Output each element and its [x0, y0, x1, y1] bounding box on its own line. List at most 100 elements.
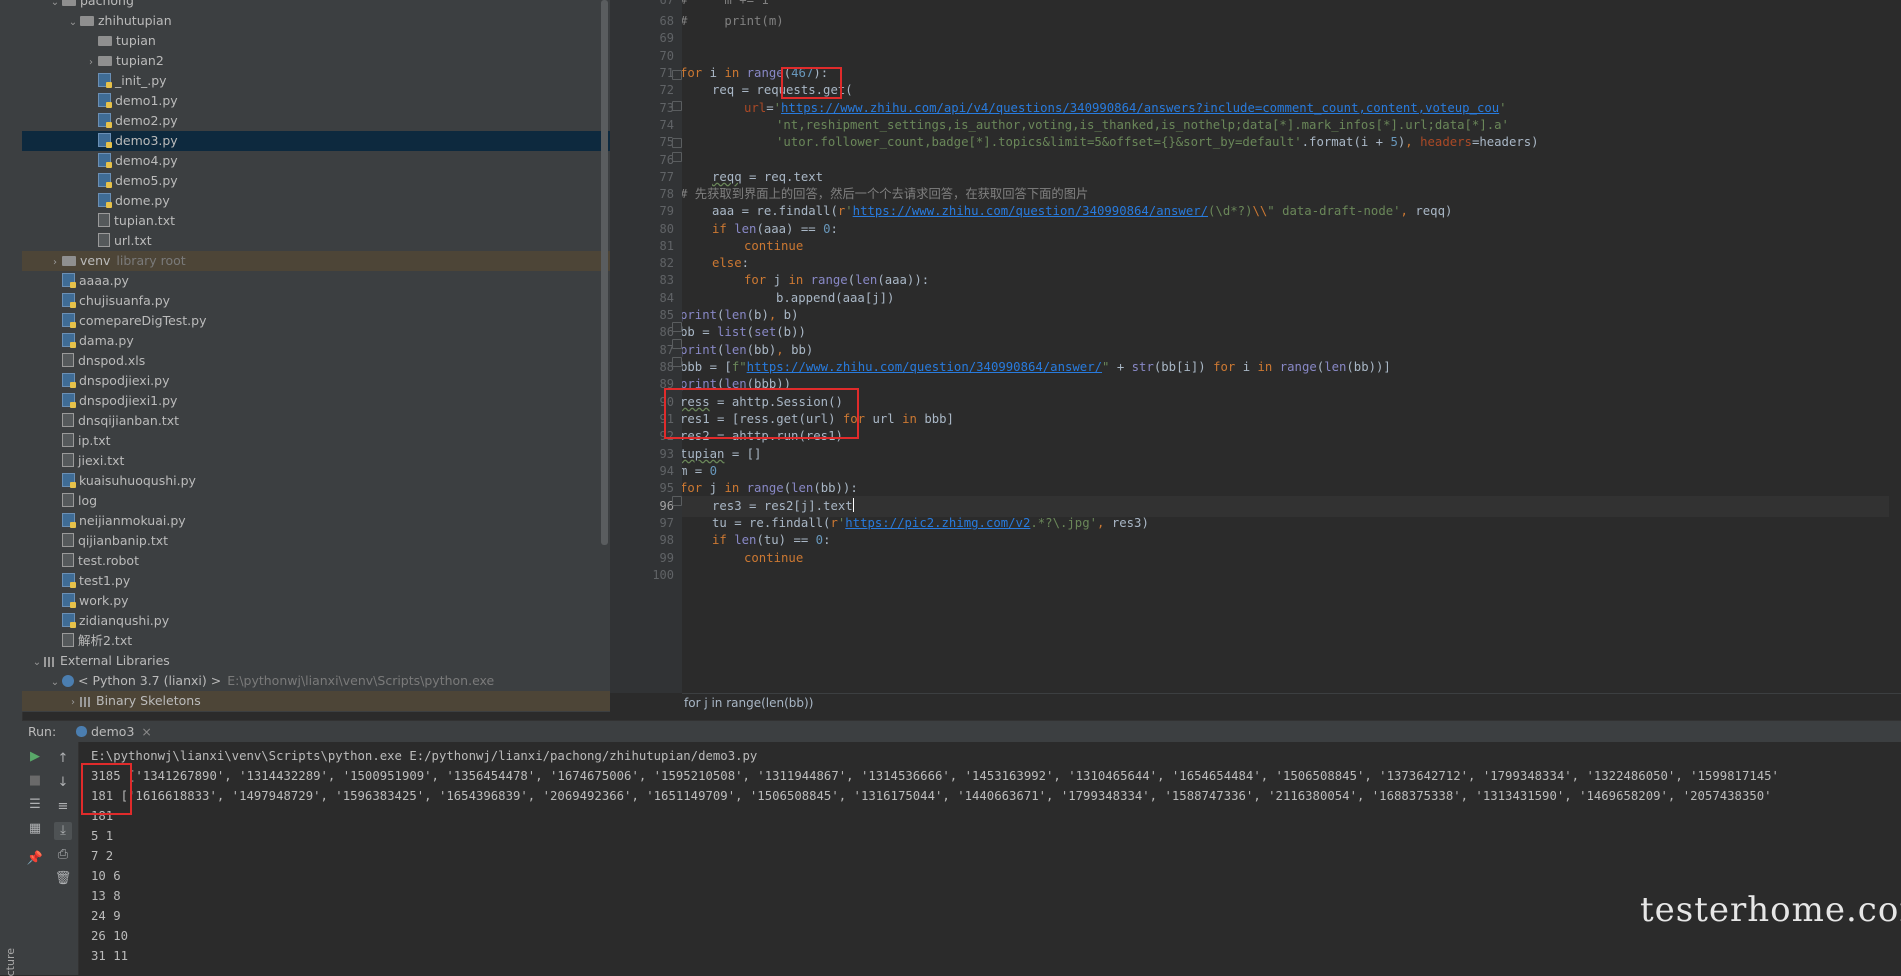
run-tab-label: demo3 [91, 724, 135, 739]
editor-scrollbar[interactable] [1889, 0, 1901, 693]
py-file-icon [62, 273, 76, 288]
tree-item-label: qijianbanip.txt [78, 533, 169, 548]
tree-item[interactable]: ⌄ < Python 3.7 (lianxi) > E:\pythonwj\lian… [22, 671, 610, 691]
tree-item-label: dama.py [79, 333, 134, 348]
tree-item[interactable]: dnspod.xls [22, 351, 610, 371]
tree-item[interactable]: › Binary Skeletons [22, 691, 610, 711]
python-icon [76, 726, 87, 737]
tree-item[interactable]: tupian [22, 31, 610, 51]
code-editor[interactable]: # m += 1 # print(m) for i in range(467):… [682, 0, 1901, 693]
chevron-right-icon[interactable]: › [66, 693, 80, 712]
tree-item-label: 解析2.txt [78, 633, 133, 648]
pyver-file-icon [62, 675, 74, 687]
stop-icon[interactable]: ■ [26, 772, 44, 790]
restore-layout-icon[interactable]: ☰ [26, 796, 44, 814]
tree-item[interactable]: work.py [22, 591, 610, 611]
scroll-to-end-icon[interactable]: ⤓ [54, 822, 72, 840]
tree-item[interactable]: › venv library root [22, 251, 610, 271]
tree-item[interactable]: chujisuanfa.py [22, 291, 610, 311]
tree-item[interactable]: › tupian2 [22, 51, 610, 71]
tree-item[interactable]: ⌄ pachong [22, 0, 610, 11]
tree-item[interactable]: _init_.py [22, 71, 610, 91]
fold-marker-icon[interactable] [672, 70, 682, 80]
tree-item[interactable]: demo4.py [22, 151, 610, 171]
tree-item-label: test.robot [78, 553, 139, 568]
tree-item-label: kuaisuhuoqushi.py [79, 473, 196, 488]
tree-item-label: dome.py [115, 193, 170, 208]
structure-tab-label[interactable]: cture [4, 948, 17, 976]
tree-item-label: demo2.py [115, 113, 178, 128]
fold-marker-icon[interactable] [672, 357, 682, 367]
fold-marker-icon[interactable] [672, 152, 682, 162]
tree-item[interactable]: dome.py [22, 191, 610, 211]
soft-wrap-icon[interactable]: ≡ [54, 798, 72, 816]
pin-icon[interactable]: 📌 [26, 850, 44, 868]
breadcrumb[interactable]: for j in range(len(bb)) [682, 693, 1901, 713]
layout-icon[interactable]: ▦ [26, 820, 44, 838]
tree-item[interactable]: jiexi.txt [22, 451, 610, 471]
chevron-down-icon[interactable]: ⌄ [30, 653, 44, 673]
fold-marker-icon[interactable] [672, 322, 682, 332]
tree-item[interactable]: aaaa.py [22, 271, 610, 291]
run-label: Run: [28, 724, 57, 739]
py-file-icon [98, 93, 112, 108]
tree-item-label: dnspodjiexi.py [79, 373, 170, 388]
tree-item-label: < Python 3.7 (lianxi) > [78, 673, 222, 688]
tree-item[interactable]: zidianqushi.py [22, 611, 610, 631]
print-icon[interactable]: ⎙ [54, 846, 72, 864]
tree-item[interactable]: neijianmokuai.py [22, 511, 610, 531]
tree-item[interactable]: ›DLLs [22, 711, 610, 712]
tree-item[interactable]: dnspodjiexi1.py [22, 391, 610, 411]
console-line: 13 8 [91, 889, 121, 903]
project-tree-scrollbar[interactable] [601, 0, 608, 545]
tree-item-label: tupian2 [116, 53, 164, 68]
tree-item[interactable]: qijianbanip.txt [22, 531, 610, 551]
arrow-up-icon[interactable]: ↑ [54, 750, 72, 768]
fold-marker-icon[interactable] [672, 101, 682, 111]
watermark-text: testerhome.com [1640, 890, 1901, 930]
tree-item[interactable]: log [22, 491, 610, 511]
console-line: 31 11 [91, 949, 129, 963]
fold-marker-icon[interactable] [672, 496, 682, 506]
chevron-right-icon[interactable]: › [48, 253, 62, 273]
chevron-down-icon[interactable]: ⌄ [66, 13, 80, 33]
rerun-icon[interactable]: ▶ [26, 748, 44, 766]
trash-icon[interactable]: 🗑 [54, 870, 72, 888]
chevron-right-icon[interactable]: › [84, 53, 98, 73]
tree-item-label: zidianqushi.py [79, 613, 170, 628]
txt-file-icon [62, 413, 74, 427]
tree-item[interactable]: tupian.txt [22, 211, 610, 231]
tree-item[interactable]: dnsqijianban.txt [22, 411, 610, 431]
tree-item[interactable]: dama.py [22, 331, 610, 351]
tree-item[interactable]: ip.txt [22, 431, 610, 451]
tree-item[interactable]: 解析2.txt [22, 631, 610, 651]
tree-item[interactable]: demo2.py [22, 111, 610, 131]
tree-item[interactable]: demo5.py [22, 171, 610, 191]
left-tool-strip: cture [0, 0, 23, 976]
line-number: 67 [659, 0, 674, 7]
tree-item[interactable]: ⌄ zhihutupian [22, 11, 610, 31]
run-toolbar-secondary: ↑ ↓ ≡ ⤓ ⎙ 🗑 [48, 742, 79, 975]
chevron-down-icon[interactable]: ⌄ [48, 673, 62, 693]
console-line: 7 2 [91, 849, 114, 863]
tree-item[interactable]: test1.py [22, 571, 610, 591]
tree-item[interactable]: dnspodjiexi.py [22, 371, 610, 391]
tree-item-label: tupian.txt [114, 213, 175, 228]
txt-file-icon [62, 353, 74, 367]
fold-marker-icon[interactable] [672, 339, 682, 349]
breadcrumb-item[interactable]: for j in range(len(bb)) [684, 696, 813, 710]
tree-item[interactable]: demo3.py [22, 131, 610, 151]
tree-item[interactable]: comepareDigTest.py [22, 311, 610, 331]
tree-item[interactable]: url.txt [22, 231, 610, 251]
py-file-icon [62, 373, 76, 388]
tree-item[interactable]: ⌄ External Libraries [22, 651, 610, 671]
tree-item[interactable]: kuaisuhuoqushi.py [22, 471, 610, 491]
tree-item[interactable]: test.robot [22, 551, 610, 571]
run-console-output[interactable]: E:\pythonwj\lianxi\venv\Scripts\python.e… [79, 742, 1901, 975]
console-line: 24 9 [91, 909, 121, 923]
fold-marker-icon[interactable] [672, 138, 682, 148]
close-icon[interactable]: × [141, 724, 151, 739]
tree-item[interactable]: demo1.py [22, 91, 610, 111]
arrow-down-icon[interactable]: ↓ [54, 774, 72, 792]
line-number: 100 [652, 568, 674, 582]
